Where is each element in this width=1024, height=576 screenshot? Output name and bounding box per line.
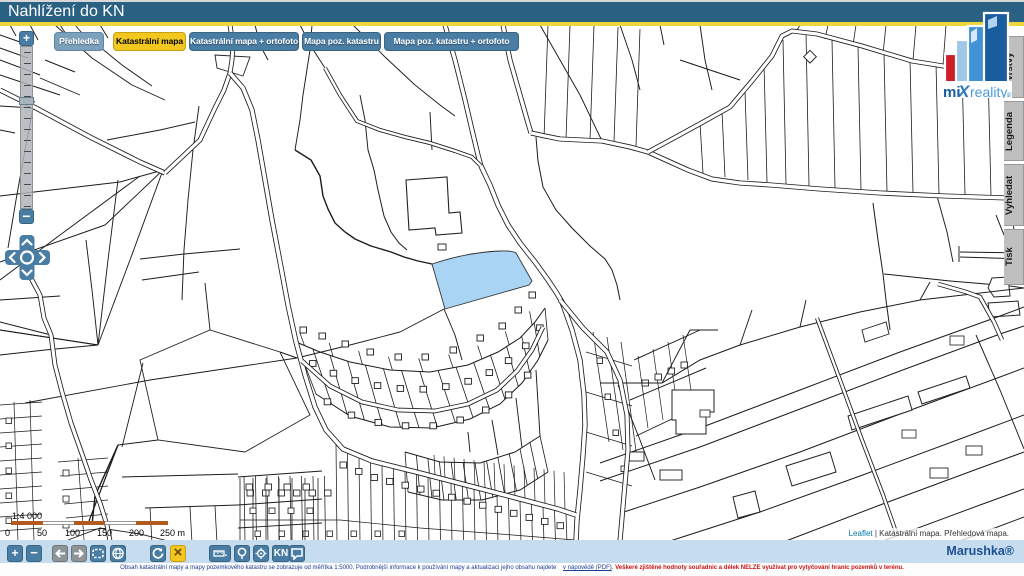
svg-text:reality.: reality. — [970, 84, 1010, 98]
svg-text:X: X — [957, 82, 971, 98]
svg-text:®: ® — [1007, 92, 1012, 98]
